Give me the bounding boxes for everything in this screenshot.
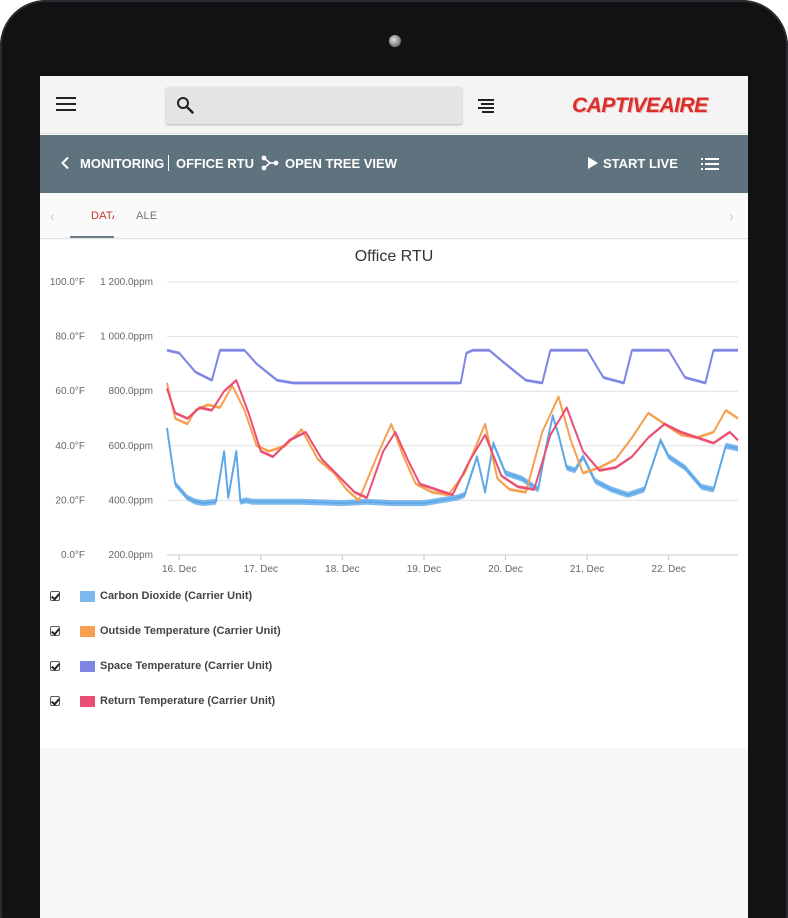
active-tab-indicator [70, 236, 114, 238]
start-live-button[interactable]: START LIVE [603, 156, 678, 171]
y-left-tick-label: 100.0°F [50, 277, 85, 288]
legend-checkbox[interactable] [50, 591, 60, 601]
x-tick-label: 19. Dec [407, 564, 441, 575]
legend-label: Space Temperature (Carrier Unit) [100, 660, 273, 672]
play-icon[interactable] [588, 157, 598, 169]
top-app-bar: CAPTIVEAIRE [40, 76, 748, 134]
open-tree-view-button[interactable]: OPEN TREE VIEW [285, 156, 397, 171]
y-right-tick-label: 1 000.0ppm [100, 332, 153, 343]
x-tick-label: 20. Dec [488, 564, 522, 575]
search-box[interactable] [166, 87, 462, 124]
search-input[interactable] [202, 87, 457, 124]
breadcrumb-monitoring[interactable]: MONITORING [80, 156, 164, 171]
x-tick-label: 18. Dec [325, 564, 359, 575]
y-left-tick-label: 60.0°F [55, 386, 85, 397]
tab-bar: ‹ DATA ALERTS › [40, 194, 748, 239]
search-icon [177, 97, 194, 114]
y-left-tick-label: 40.0°F [55, 441, 85, 452]
series-band-outside [167, 381, 738, 502]
legend-checkbox[interactable] [50, 696, 60, 706]
camera-lens [389, 35, 401, 47]
series-line-return [166, 379, 739, 499]
list-menu-icon[interactable] [701, 157, 719, 171]
x-tick-label: 21. Dec [570, 564, 604, 575]
line-chart: 0.0°F 200.0ppm 20.0°F 400.0ppm 40.0°F 600.0pp… [50, 277, 739, 575]
tab-scroll-left-icon[interactable]: ‹ [50, 208, 55, 224]
y-left-tick-label: 80.0°F [55, 332, 85, 343]
app-screen: CAPTIVEAIRE MONITORING OFFICE RTU OPEN T… [40, 76, 748, 918]
legend-label: Outside Temperature (Carrier Unit) [100, 625, 281, 637]
legend-swatch [80, 660, 95, 672]
chevron-left-icon[interactable] [60, 156, 70, 170]
y-right-tick-label: 400.0ppm [109, 495, 153, 506]
tree-view-icon[interactable] [261, 154, 279, 172]
y-right-tick-label: 600.0ppm [109, 441, 153, 452]
captiveaire-logo: CAPTIVEAIRE [572, 94, 708, 117]
tab-alerts[interactable]: ALERTS [136, 210, 158, 222]
chart-panel: Office RTU 0.0°F 200.0ppm 20.0°F 400.0ppm 40… [40, 240, 748, 748]
y-right-tick-label: 800.0ppm [109, 386, 153, 397]
y-left-tick-label: 0.0°F [61, 550, 85, 561]
tab-scroll-right-icon[interactable]: › [729, 208, 734, 224]
series-band-return [167, 378, 738, 500]
x-tick-label: 17. Dec [244, 564, 278, 575]
sort-icon[interactable] [476, 99, 494, 113]
legend-label: Return Temperature (Carrier Unit) [100, 695, 276, 707]
legend-swatch [80, 695, 95, 707]
breadcrumb-office-rtu: OFFICE RTU [176, 156, 254, 171]
tab-data[interactable]: DATA [91, 210, 114, 222]
tablet-frame: CAPTIVEAIRE MONITORING OFFICE RTU OPEN T… [0, 0, 788, 918]
legend-item-return-temp[interactable]: Return Temperature (Carrier Unit) [50, 692, 275, 710]
legend-item-outside-temp[interactable]: Outside Temperature (Carrier Unit) [50, 622, 281, 640]
x-tick-label: 16. Dec [162, 564, 196, 575]
legend-label: Carbon Dioxide (Carrier Unit) [100, 590, 253, 602]
series-band-space [167, 348, 738, 385]
legend-checkbox[interactable] [50, 661, 60, 671]
legend-swatch [80, 625, 95, 637]
legend-item-space-temp[interactable]: Space Temperature (Carrier Unit) [50, 657, 272, 675]
legend-item-co2[interactable]: Carbon Dioxide (Carrier Unit) [50, 587, 252, 605]
y-right-tick-label: 1 200.0ppm [100, 277, 153, 288]
hamburger-menu-icon[interactable] [56, 97, 76, 113]
series-line-outside [166, 382, 739, 502]
x-tick-label: 22. Dec [651, 564, 685, 575]
y-left-tick-label: 20.0°F [55, 495, 85, 506]
legend-checkbox[interactable] [50, 626, 60, 636]
y-right-tick-label: 200.0ppm [109, 550, 153, 561]
breadcrumb-bar: MONITORING OFFICE RTU OPEN TREE VIEW STA… [40, 135, 748, 193]
legend-swatch [80, 590, 95, 602]
breadcrumb-separator [168, 155, 169, 171]
series-line-space [166, 349, 738, 384]
